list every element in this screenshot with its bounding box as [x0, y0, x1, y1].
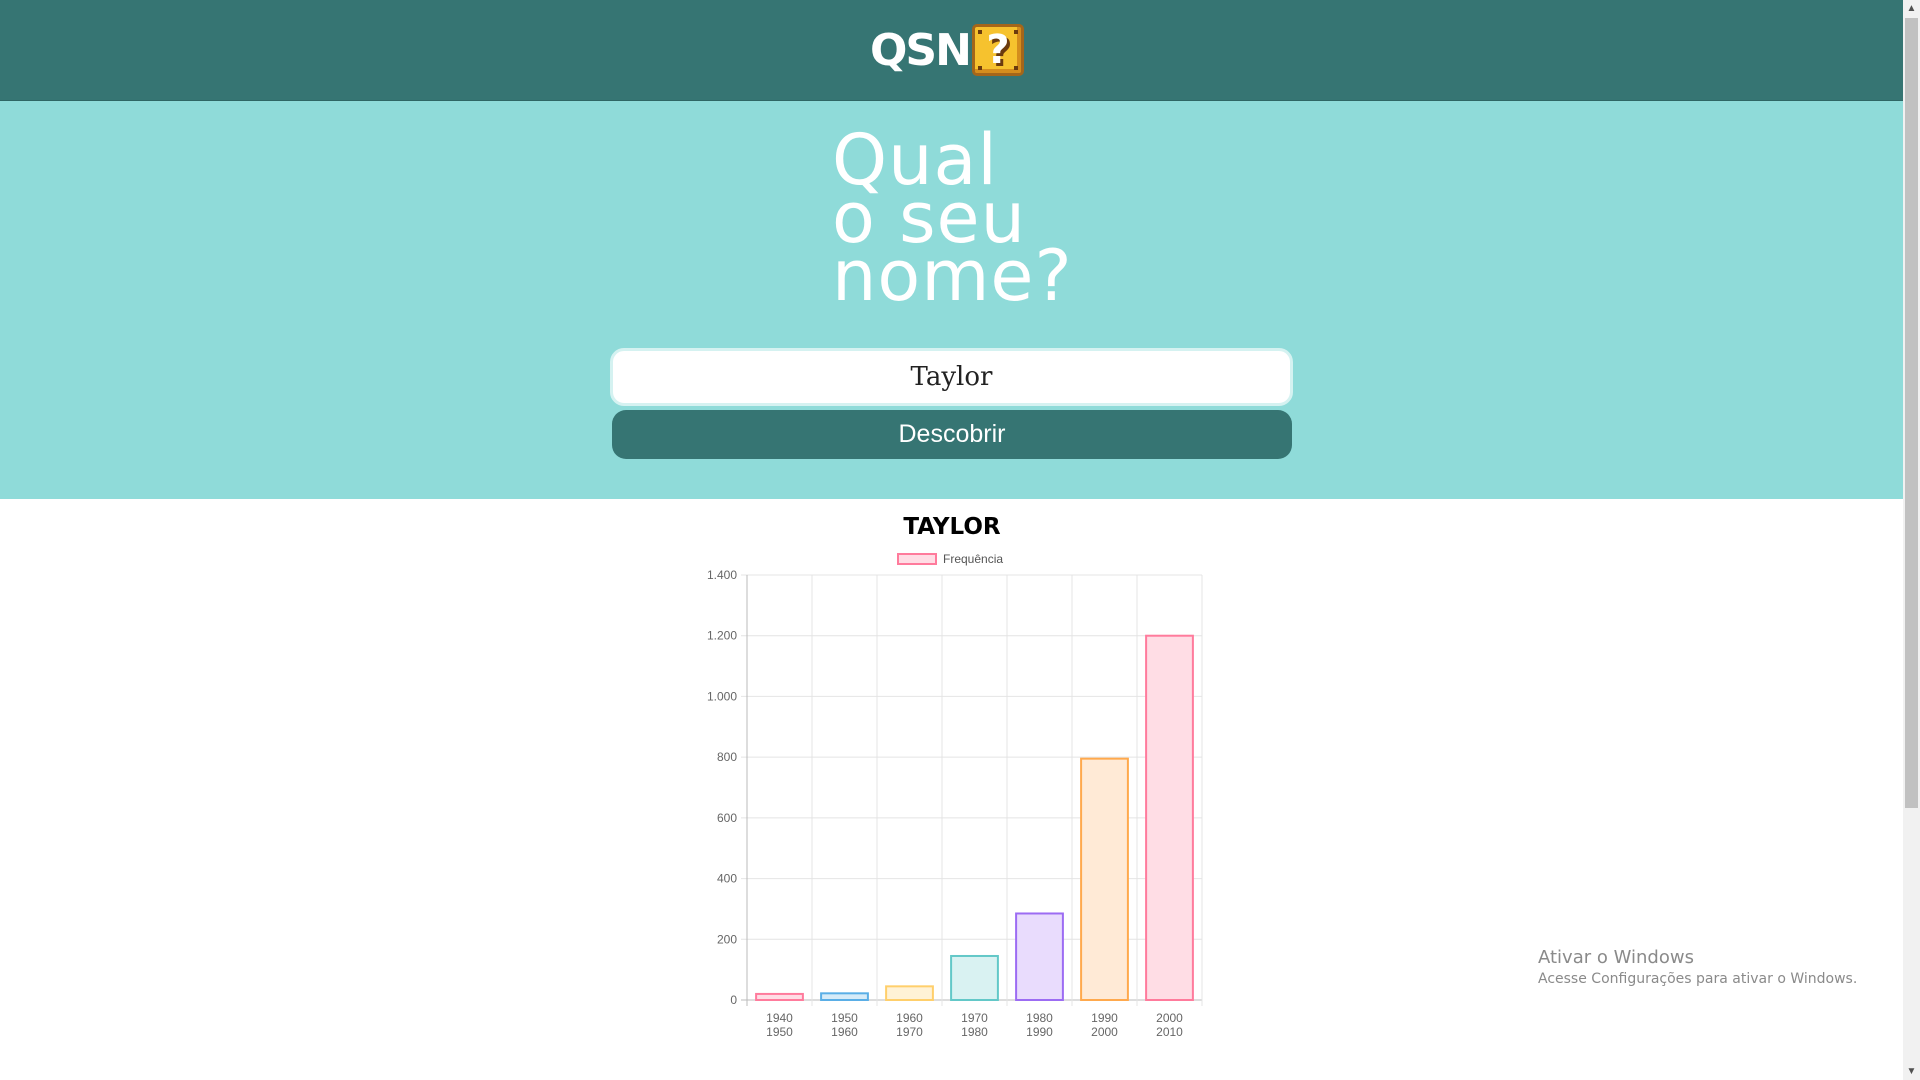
- x-tick-label: 2000: [1091, 1025, 1118, 1039]
- x-tick-label: 1960: [831, 1025, 858, 1039]
- y-tick-label: 1.200: [707, 629, 737, 643]
- x-tick-label: 1970: [961, 1011, 988, 1025]
- y-tick-label: 200: [717, 932, 737, 946]
- y-tick-label: 0: [730, 993, 737, 1007]
- scroll-up-icon[interactable]: ▲: [1903, 0, 1920, 17]
- bar: [1145, 634, 1194, 1001]
- y-tick-label: 1.400: [707, 568, 737, 582]
- bar: [820, 992, 869, 1002]
- question-block-icon: ?: [971, 24, 1024, 76]
- y-tick-label: 400: [717, 872, 737, 886]
- x-tick-label: 1950: [831, 1011, 858, 1025]
- bar: [1080, 757, 1129, 1001]
- x-tick-label: 1940: [766, 1011, 793, 1025]
- x-tick-label: 1970: [896, 1025, 923, 1039]
- chart-title: TAYLOR: [903, 514, 1001, 540]
- y-tick-label: 800: [717, 750, 737, 764]
- logo[interactable]: QSN ?: [870, 22, 1024, 78]
- hero-title-line: nome?: [832, 235, 1073, 317]
- scroll-thumb[interactable]: [1905, 18, 1918, 808]
- x-tick-label: 1990: [1026, 1025, 1053, 1039]
- bar: [755, 992, 804, 1001]
- watermark-subtitle: Acesse Configurações para ativar o Windo…: [1538, 971, 1858, 987]
- hero-title: Qual o seu nome?: [832, 125, 1092, 317]
- page-scrollbar[interactable]: ▲ ▼: [1903, 0, 1920, 1080]
- top-header: QSN ?: [0, 0, 1903, 101]
- bar: [1015, 912, 1064, 1002]
- x-tick-label: 1950: [766, 1025, 793, 1039]
- legend-swatch: [897, 553, 937, 565]
- y-tick-label: 1.000: [707, 689, 737, 703]
- x-tick-label: 2000: [1156, 1011, 1183, 1025]
- x-tick-label: 1980: [1026, 1011, 1053, 1025]
- frequency-bar-chart: 02004006008001.0001.2001.400194019501950…: [707, 568, 1203, 1039]
- legend-label: Frequência: [943, 552, 1004, 566]
- watermark-title: Ativar o Windows: [1538, 947, 1694, 968]
- bar: [950, 954, 999, 1002]
- discover-button[interactable]: Descobrir: [612, 410, 1292, 459]
- windows-activation-watermark: Ativar o Windows Acesse Configurações pa…: [1538, 947, 1857, 987]
- x-tick-label: 1980: [961, 1025, 988, 1039]
- x-tick-label: 2010: [1156, 1025, 1183, 1039]
- name-input[interactable]: [610, 348, 1293, 406]
- y-tick-label: 600: [717, 811, 737, 825]
- logo-text: QSN: [870, 24, 972, 76]
- x-tick-label: 1960: [896, 1011, 923, 1025]
- scroll-down-icon[interactable]: ▼: [1903, 1063, 1920, 1080]
- bar: [885, 985, 934, 1002]
- x-tick-label: 1990: [1091, 1011, 1118, 1025]
